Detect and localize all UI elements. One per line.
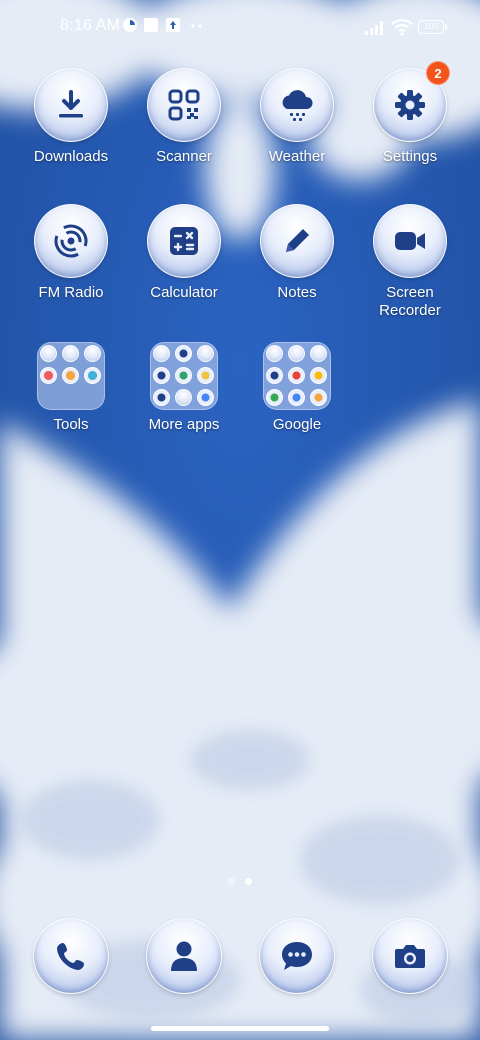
folder-google[interactable]: Google	[242, 342, 352, 434]
app-label: Calculator	[150, 284, 218, 301]
folder-app-icon	[310, 345, 327, 362]
signal-icon	[365, 21, 383, 35]
app-notes[interactable]: Notes	[242, 204, 352, 302]
folder-app-icon	[175, 345, 192, 362]
status-bar: 8:16 AM 100	[0, 0, 480, 56]
dock-phone[interactable]	[33, 918, 109, 994]
dock-camera[interactable]	[372, 918, 448, 994]
folder-label: Google	[272, 416, 322, 433]
notification-badge: 2	[426, 61, 450, 85]
folder-app-icon	[40, 345, 57, 362]
app-weather[interactable]: Weather	[242, 68, 352, 166]
folder-app-icon	[197, 367, 214, 384]
folder-tools[interactable]: Tools	[16, 342, 126, 434]
page-dot	[228, 878, 235, 885]
more-dots-icon	[191, 24, 202, 28]
video-camera-icon	[395, 232, 425, 250]
gear-icon	[395, 90, 425, 120]
app-calculator[interactable]: Calculator	[129, 204, 239, 302]
folder-app-icon	[40, 367, 57, 384]
calculator-icon	[170, 227, 198, 255]
gesture-navigation-bar[interactable]	[151, 1026, 329, 1031]
app-label: FM Radio	[38, 284, 104, 301]
camera-icon	[395, 945, 425, 968]
folder-app-icon	[288, 389, 305, 406]
status-time: 8:16 AM	[60, 17, 121, 34]
qr-scanner-icon	[168, 89, 200, 121]
chat-bubble-icon	[282, 942, 312, 970]
folder-app-icon	[153, 389, 170, 406]
folder-label: More apps	[148, 416, 220, 433]
folder-app-icon	[266, 389, 283, 406]
folder-app-icon	[175, 367, 192, 384]
page-indicator	[228, 878, 252, 885]
folder-app-icon	[197, 389, 214, 406]
app-fm-radio[interactable]: FM Radio	[16, 204, 126, 302]
app-label: Weather	[268, 148, 326, 165]
app-scanner[interactable]: Scanner	[129, 68, 239, 166]
app-screen-recorder[interactable]: Screen Recorder	[355, 204, 465, 320]
folder-app-icon	[310, 389, 327, 406]
folder-app-icon	[62, 345, 79, 362]
folder-app-icon	[84, 367, 101, 384]
folder-label: Tools	[53, 416, 89, 433]
folder-preview	[263, 342, 331, 410]
app-label: Downloads	[33, 148, 109, 165]
phone-icon	[57, 943, 84, 970]
page-dot-active	[245, 878, 252, 885]
person-icon	[171, 941, 197, 971]
folder-app-icon	[62, 367, 79, 384]
app-label: Notes	[277, 284, 317, 301]
upload-notification-icon	[166, 18, 180, 32]
folder-preview	[37, 342, 105, 410]
app-label: Scanner	[156, 148, 212, 165]
wifi-icon	[391, 19, 413, 36]
cloud-rain-icon	[282, 90, 313, 121]
folder-more-apps[interactable]: More apps	[129, 342, 239, 434]
folder-app-icon	[84, 345, 101, 362]
radio-waves-icon	[54, 224, 88, 258]
download-icon	[59, 90, 83, 118]
folder-app-icon	[175, 389, 192, 406]
square-notification-icon	[144, 18, 158, 32]
folder-app-icon	[288, 345, 305, 362]
folder-app-icon	[310, 367, 327, 384]
folder-app-icon	[197, 345, 214, 362]
battery-icon: 100	[418, 20, 444, 34]
battery-level: 100	[423, 21, 439, 31]
folder-app-icon	[288, 367, 305, 384]
folder-app-icon	[266, 367, 283, 384]
folder-app-icon	[153, 345, 170, 362]
pencil-icon	[286, 229, 309, 252]
app-label: Settings	[382, 148, 438, 165]
dock-contacts[interactable]	[146, 918, 222, 994]
folder-preview	[150, 342, 218, 410]
app-label: Screen Recorder	[379, 284, 441, 319]
dock-messages[interactable]	[259, 918, 335, 994]
app-settings[interactable]: 2 Settings	[355, 61, 465, 166]
folder-app-icon	[153, 367, 170, 384]
folder-app-icon	[266, 345, 283, 362]
battery-cap	[445, 24, 447, 30]
data-saver-icon	[123, 18, 137, 32]
app-downloads[interactable]: Downloads	[16, 68, 126, 166]
